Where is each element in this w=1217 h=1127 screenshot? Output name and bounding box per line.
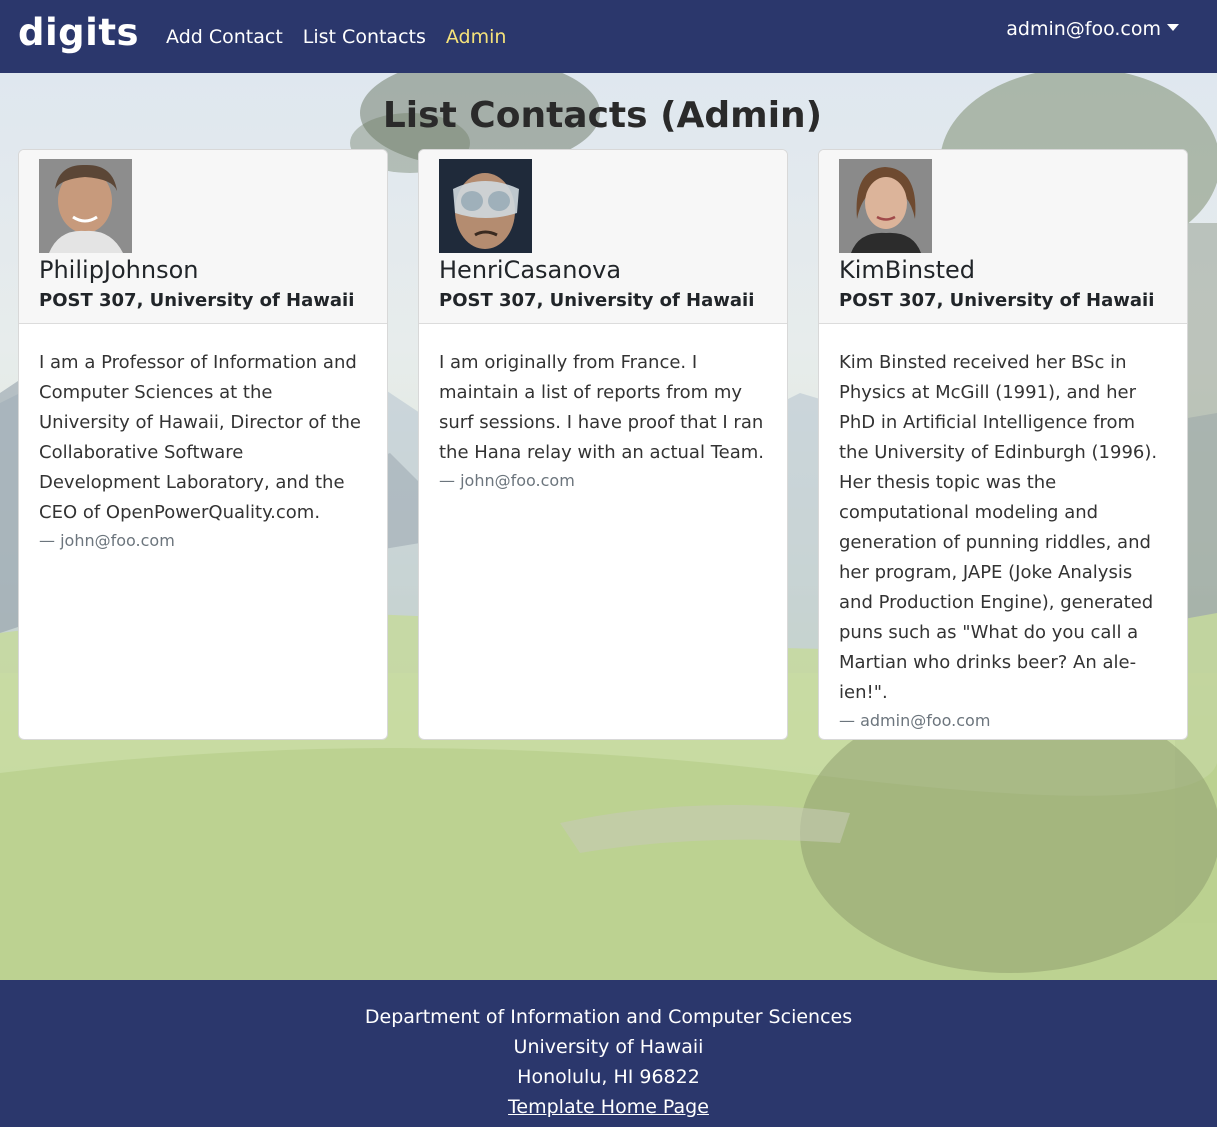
contact-photo: [39, 159, 132, 253]
card-body: I am originally from France. I maintain …: [419, 324, 787, 494]
contact-description: I am a Professor of Information and Comp…: [39, 352, 361, 523]
contact-owner: — john@foo.com: [439, 471, 575, 490]
navbar: digits Add Contact List Contacts Admin a…: [0, 0, 1217, 73]
user-dropdown[interactable]: admin@foo.com: [1006, 18, 1179, 40]
footer-department: Department of Information and Computer S…: [364, 1006, 853, 1028]
caret-down-icon: [1167, 23, 1179, 31]
contact-card: PhilipJohnson POST 307, University of Ha…: [18, 149, 388, 740]
contact-description: Kim Binsted received her BSc in Physics …: [839, 352, 1158, 703]
contact-name: PhilipJohnson: [39, 256, 199, 284]
footer-university: University of Hawaii: [513, 1036, 704, 1058]
contact-photo: [439, 159, 532, 253]
brand-logo[interactable]: digits: [18, 14, 139, 51]
template-home-link[interactable]: Template Home Page: [508, 1096, 709, 1118]
contact-photo: [839, 159, 932, 253]
card-body: Kim Binsted received her BSc in Physics …: [819, 324, 1187, 734]
contact-name: KimBinsted: [839, 256, 976, 284]
contact-address: POST 307, University of Hawaii: [439, 290, 755, 311]
contact-address: POST 307, University of Hawaii: [839, 290, 1155, 311]
footer-city: Honolulu, HI 96822: [517, 1066, 700, 1088]
card-body: I am a Professor of Information and Comp…: [19, 324, 387, 554]
contact-owner: — admin@foo.com: [839, 711, 991, 730]
card-header: PhilipJohnson POST 307, University of Ha…: [19, 150, 387, 324]
user-email: admin@foo.com: [1006, 18, 1161, 40]
nav-list-contacts[interactable]: List Contacts: [303, 26, 426, 48]
card-header: HenriCasanova POST 307, University of Ha…: [419, 150, 787, 324]
contact-owner: — john@foo.com: [39, 531, 175, 550]
card-header: KimBinsted POST 307, University of Hawai…: [819, 150, 1187, 324]
footer: Department of Information and Computer S…: [0, 980, 1217, 1127]
contact-card: HenriCasanova POST 307, University of Ha…: [418, 149, 788, 740]
contact-name: HenriCasanova: [439, 256, 622, 284]
page-title: List Contacts (Admin): [382, 95, 823, 136]
contact-card: KimBinsted POST 307, University of Hawai…: [818, 149, 1188, 740]
contact-address: POST 307, University of Hawaii: [39, 290, 355, 311]
nav-add-contact[interactable]: Add Contact: [166, 26, 283, 48]
nav-admin[interactable]: Admin: [446, 26, 507, 48]
contact-description: I am originally from France. I maintain …: [439, 352, 764, 463]
